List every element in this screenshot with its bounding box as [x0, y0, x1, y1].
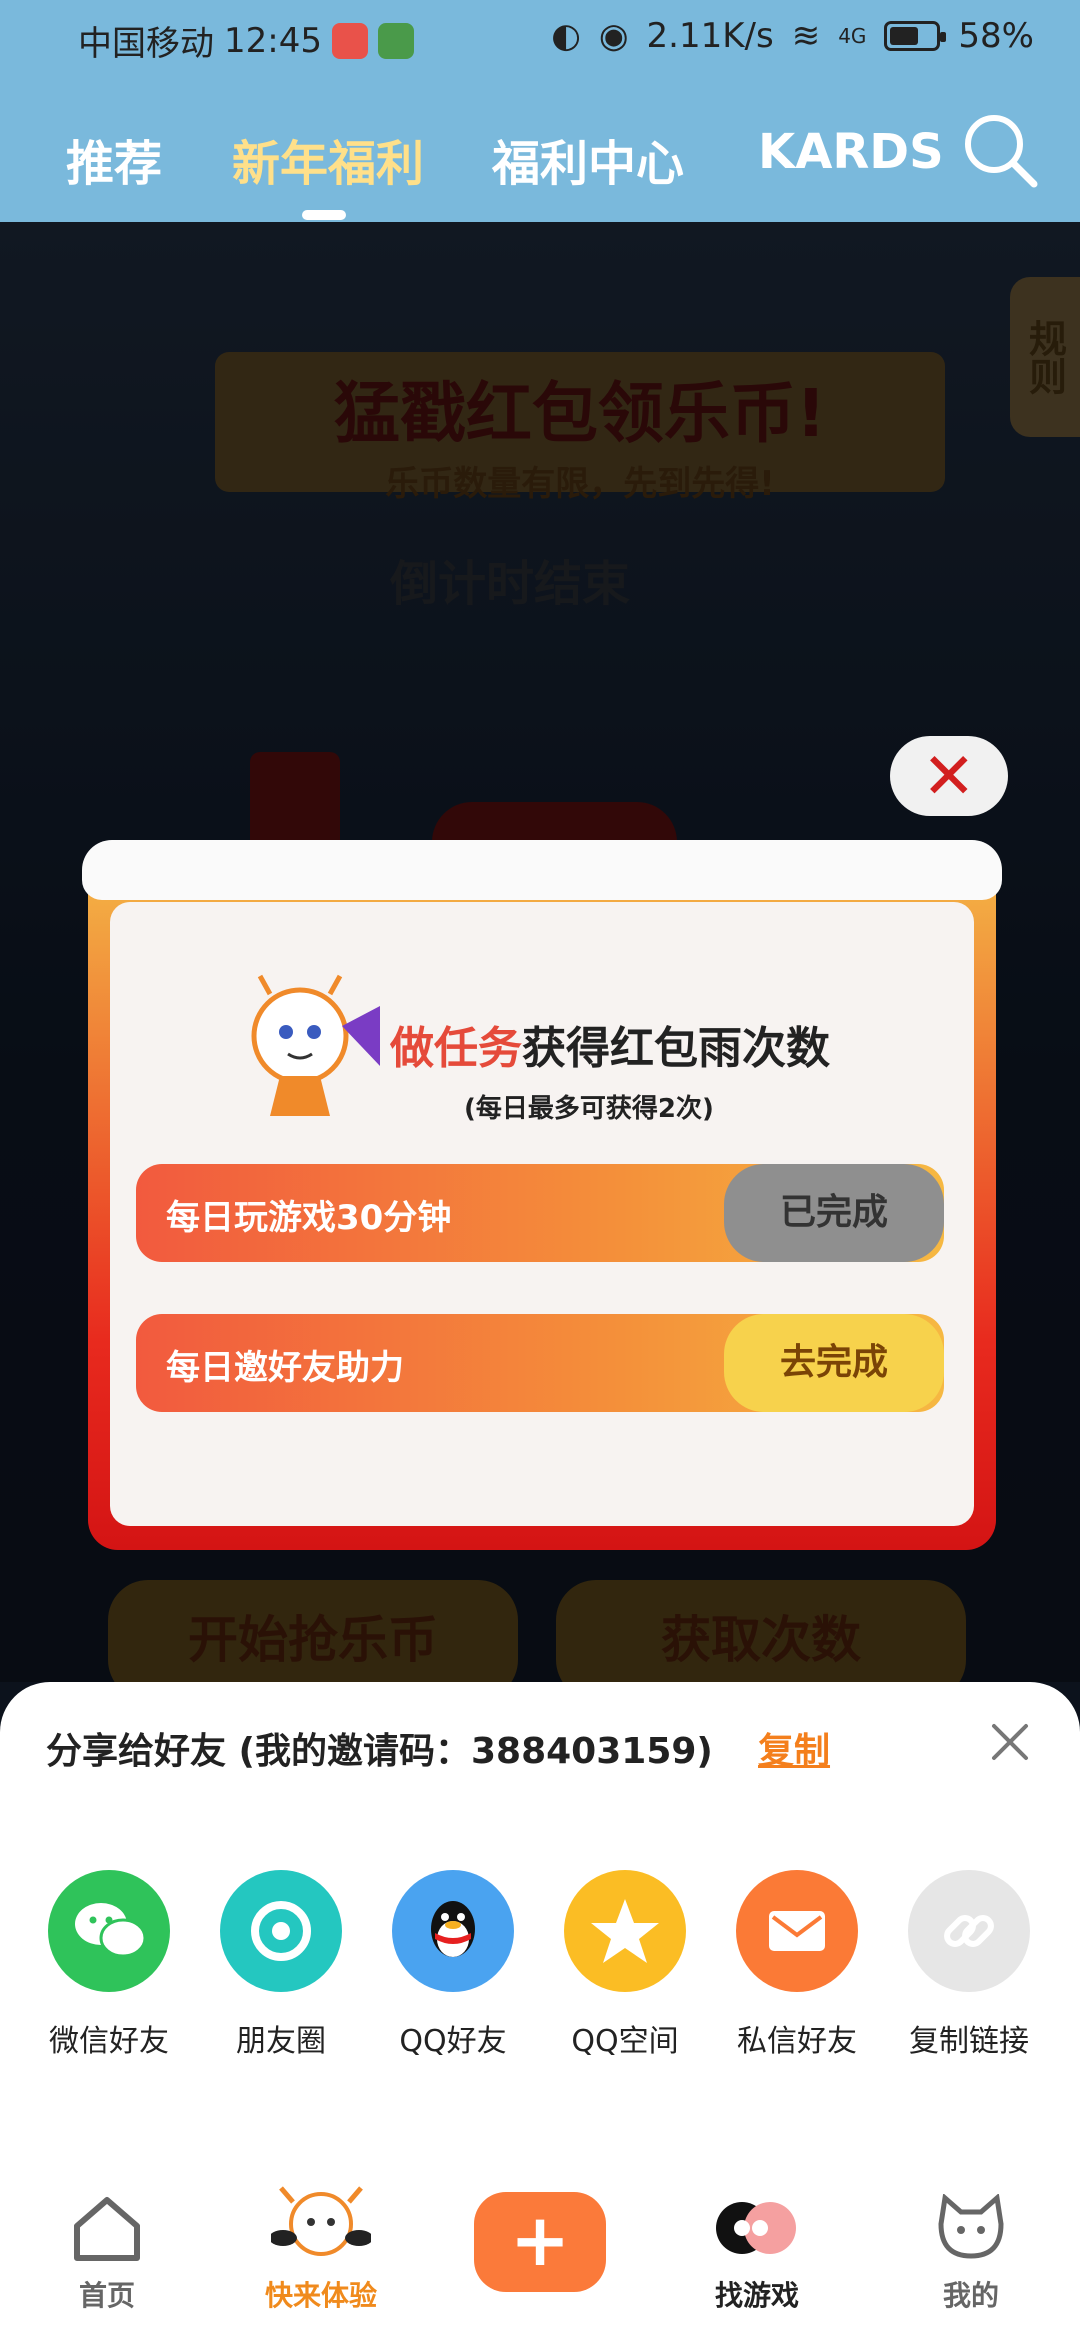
task-label: 每日邀好友助力	[166, 1348, 404, 1388]
dialog-title-rest: 获得红包雨次数	[522, 1023, 830, 1074]
close-icon[interactable]	[980, 1712, 1040, 1772]
find-games-icon	[716, 2202, 796, 2254]
plus-icon: +	[509, 2198, 571, 2282]
top-bar: 中国移动 12:45 ◐ ◉ 2.11K/s ≋ 4G 58% 推荐 新年福利 …	[0, 0, 1080, 222]
share-label: QQ空间	[571, 2024, 679, 2059]
battery-percent: 58%	[958, 16, 1034, 56]
share-sheet-title: 分享给好友 (我的邀请码：388403159)	[46, 1731, 713, 1772]
active-tab-indicator	[302, 210, 346, 220]
mail-icon	[736, 1870, 858, 1992]
status-bar: 中国移动 12:45 ◐ ◉ 2.11K/s ≋ 4G 58%	[0, 0, 1080, 78]
share-qq[interactable]: QQ好友	[378, 1870, 528, 2060]
share-label: 朋友圈	[236, 2024, 326, 2059]
share-moments[interactable]: 朋友圈	[206, 1870, 356, 2060]
nav-home[interactable]: 首页	[32, 2194, 182, 2314]
profile-icon	[938, 2193, 1004, 2259]
share-label: 私信好友	[737, 2024, 857, 2059]
task-dialog: 做任务获得红包雨次数 (每日最多可获得2次) 每日玩游戏30分钟 已完成 每日邀…	[82, 840, 1002, 1550]
carrier-label: 中国移动	[78, 24, 214, 64]
task-label: 每日玩游戏30分钟	[166, 1198, 452, 1238]
mascot-icon	[269, 2186, 373, 2256]
share-label: 复制链接	[909, 2024, 1029, 2059]
app-notification-icon	[331, 22, 368, 59]
share-options: 微信好友 朋友圈 QQ好友 QQ空间 私信好友 复制链接	[0, 1870, 1080, 2070]
nav-label: 首页	[78, 2279, 135, 2312]
eye-icon: ◉	[598, 16, 629, 56]
nfc-icon: ◐	[551, 16, 581, 56]
nav-label: 找游戏	[714, 2279, 799, 2312]
task-completed-button[interactable]: 已完成	[724, 1164, 944, 1262]
dialog-title-highlight: 做任务	[390, 1023, 522, 1074]
dialog-title: 做任务获得红包雨次数	[390, 1012, 830, 1076]
share-label: QQ好友	[399, 2024, 507, 2059]
bottom-nav: 首页 快来体验 + 找游戏 我的	[0, 2170, 1080, 2340]
share-wechat[interactable]: 微信好友	[34, 1870, 184, 2060]
network-speed: 2.11K/s	[646, 16, 774, 56]
tab-new-year[interactable]: 新年福利	[232, 124, 424, 194]
tab-recommend[interactable]: 推荐	[66, 124, 162, 194]
snow-decoration	[82, 840, 1002, 900]
nav-try-now[interactable]: 快来体验	[246, 2184, 396, 2314]
task-dialog-body: 做任务获得红包雨次数 (每日最多可获得2次) 每日玩游戏30分钟 已完成 每日邀…	[110, 902, 974, 1526]
close-icon: ✕	[922, 740, 976, 814]
game-notification-icon	[377, 22, 414, 59]
signal-icon: 4G	[838, 24, 867, 48]
share-qzone[interactable]: QQ空间	[550, 1870, 700, 2060]
home-icon	[74, 2197, 140, 2261]
link-icon	[908, 1870, 1030, 1992]
header-tabs: 推荐 新年福利 福利中心 KARDS	[0, 110, 1080, 220]
wifi-icon: ≋	[791, 16, 821, 56]
share-private-message[interactable]: 私信好友	[722, 1870, 872, 2060]
dialog-subtitle: (每日最多可获得2次)	[464, 1094, 714, 1124]
task-go-button[interactable]: 去完成	[724, 1314, 944, 1412]
nav-label: 快来体验	[264, 2279, 377, 2312]
share-label: 微信好友	[49, 2024, 169, 2059]
nav-profile[interactable]: 我的	[896, 2193, 1046, 2314]
moments-icon	[220, 1870, 342, 1992]
search-icon[interactable]	[960, 110, 1040, 190]
share-copy-link[interactable]: 复制链接	[894, 1870, 1044, 2060]
battery-icon	[884, 21, 947, 51]
tab-welfare-center[interactable]: 福利中心	[492, 124, 684, 194]
qzone-icon	[564, 1870, 686, 1992]
dialog-close-button[interactable]: ✕	[890, 736, 1008, 816]
copy-invite-code-link[interactable]: 复制	[758, 1722, 830, 1774]
task-row: 每日邀好友助力 去完成	[136, 1314, 944, 1412]
task-row: 每日玩游戏30分钟 已完成	[136, 1164, 944, 1262]
create-plus-button[interactable]: +	[474, 2192, 606, 2292]
time-label: 12:45	[224, 20, 322, 61]
wechat-icon	[48, 1870, 170, 1992]
qq-icon	[392, 1870, 514, 1992]
tab-kards[interactable]: KARDS	[758, 124, 944, 180]
nav-label: 我的	[942, 2279, 999, 2312]
mascot-icon	[251, 974, 380, 1116]
nav-find-games[interactable]: 找游戏	[682, 2194, 832, 2314]
